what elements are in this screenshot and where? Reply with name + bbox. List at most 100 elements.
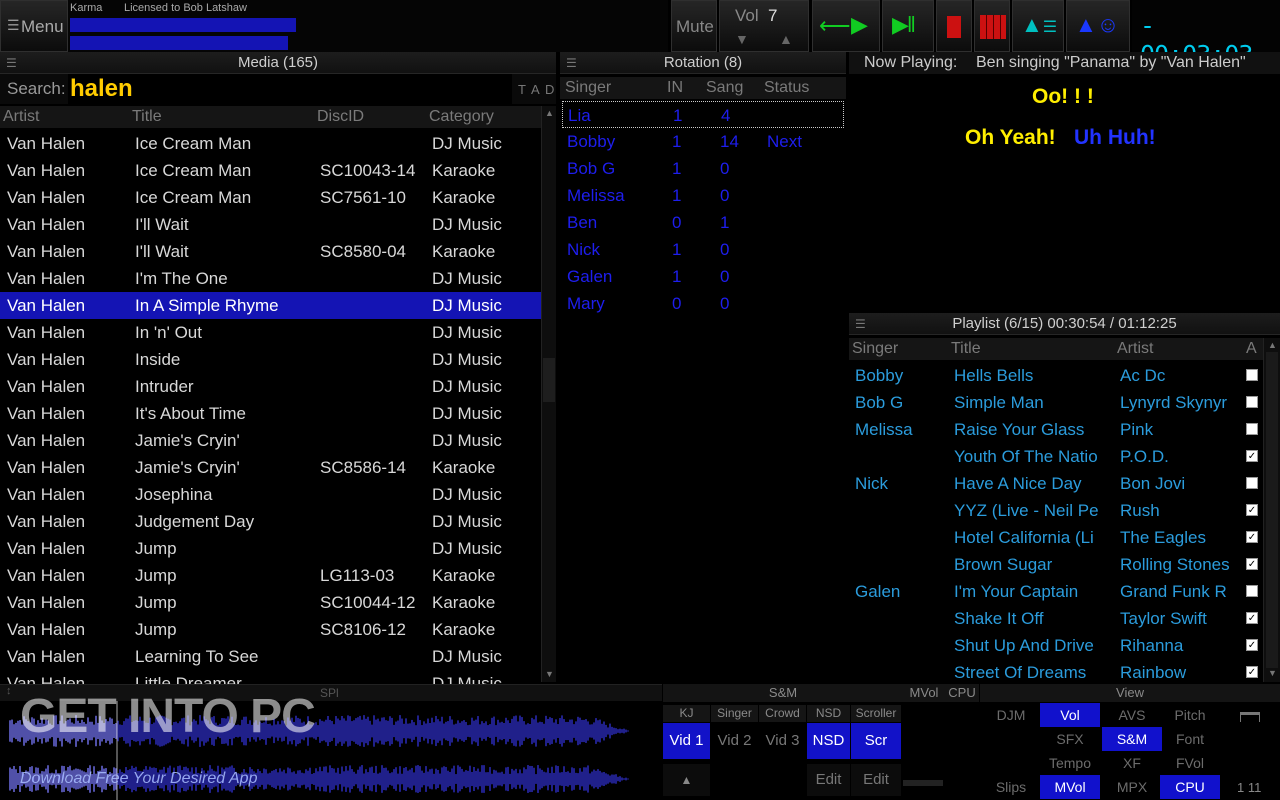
cpu-tab[interactable]: CPU [945, 684, 979, 702]
scroller-button[interactable]: Scr [851, 723, 901, 759]
autoplay-checkbox[interactable]: ✓ [1246, 450, 1258, 462]
autoplay-checkbox[interactable] [1246, 423, 1258, 435]
view-toggle-tempo[interactable]: Tempo [1040, 751, 1100, 775]
playlist-row[interactable]: Street Of Dreams Rainbow ✓ [849, 659, 1263, 686]
media-row[interactable]: Van Halen Jump LG113-03 Karaoke [0, 562, 541, 589]
view-toggle-sfx[interactable]: SFX [1040, 727, 1100, 751]
playlist-row[interactable]: Brown Sugar Rolling Stones ✓ [849, 551, 1263, 578]
vid2-button[interactable]: Vid 2 [711, 723, 758, 759]
volume-control[interactable]: Vol 7 ▼ ▲ [719, 0, 809, 52]
scroll-down-icon[interactable]: ▼ [545, 669, 554, 679]
playlist-row[interactable]: Melissa Raise Your Glass Pink [849, 416, 1263, 443]
media-row[interactable]: Van Halen Ice Cream Man SC7561-10 Karaoke [0, 184, 541, 211]
stop-button[interactable] [936, 0, 972, 52]
view-toggle-djm[interactable]: DJM [990, 703, 1032, 727]
view-toggle-mpx[interactable]: MPX [1102, 775, 1162, 799]
rotation-row[interactable]: Galen 1 0 [562, 263, 844, 290]
rotation-panel-header[interactable]: ☰ Rotation (8) [560, 52, 846, 74]
playlist-row[interactable]: Galen I'm Your Captain Grand Funk R [849, 578, 1263, 605]
col-auto[interactable]: A [1246, 338, 1257, 360]
autoplay-checkbox[interactable] [1246, 477, 1258, 489]
media-row[interactable]: Van Halen Learning To See DJ Music [0, 643, 541, 670]
search-input[interactable]: halen [68, 74, 512, 104]
media-row[interactable]: Van Halen Inside DJ Music [0, 346, 541, 373]
media-row[interactable]: Van Halen Jump DJ Music [0, 535, 541, 562]
menu-button[interactable]: ☰ Menu [0, 0, 68, 52]
media-row[interactable]: Van Halen In 'n' Out DJ Music [0, 319, 541, 346]
col-status[interactable]: Status [764, 77, 809, 99]
rotation-row[interactable]: Bob G 1 0 [562, 155, 844, 182]
scroll-down-icon[interactable]: ▼ [1268, 668, 1277, 678]
media-row[interactable]: Van Halen It's About Time DJ Music [0, 400, 541, 427]
playlist-row[interactable]: Bob G Simple Man Lynyrd Skynyr [849, 389, 1263, 416]
scroll-up-icon[interactable]: ▲ [1268, 340, 1277, 350]
singer-button[interactable]: ▲☺ [1066, 0, 1130, 52]
filter-artist[interactable]: A [531, 82, 540, 97]
rotation-row[interactable]: Melissa 1 0 [562, 182, 844, 209]
playlist-row[interactable]: Youth Of The Natio P.O.D. ✓ [849, 443, 1263, 470]
filter-title[interactable]: T [518, 82, 526, 97]
rotation-row[interactable]: Ben 0 1 [562, 209, 844, 236]
mvol-tab[interactable]: MVol [903, 684, 945, 702]
autoplay-checkbox[interactable]: ✓ [1246, 666, 1258, 678]
view-toggle-vol[interactable]: Vol [1040, 703, 1100, 727]
playlist-row[interactable]: Nick Have A Nice Day Bon Jovi [849, 470, 1263, 497]
col-singer[interactable]: Singer [565, 77, 611, 99]
media-row[interactable]: Van Halen Josephina DJ Music [0, 481, 541, 508]
playlist-row[interactable]: Shake It Off Taylor Swift ✓ [849, 605, 1263, 632]
media-row[interactable]: Van Halen I'll Wait DJ Music [0, 211, 541, 238]
prev-next-button[interactable]: ⟵ ▶ [812, 0, 880, 52]
hamburger-icon[interactable]: ☰ [566, 52, 577, 74]
autoplay-checkbox[interactable]: ✓ [1246, 639, 1258, 651]
vid3-button[interactable]: Vid 3 [759, 723, 806, 759]
col-in[interactable]: IN [667, 77, 683, 99]
view-toggle-slips[interactable]: Slips [990, 775, 1032, 799]
queue-button[interactable]: ▲☰ [1012, 0, 1064, 52]
playlist-row[interactable]: Shut Up And Drive Rihanna ✓ [849, 632, 1263, 659]
autoplay-checkbox[interactable]: ✓ [1246, 531, 1258, 543]
scroll-thumb[interactable] [543, 358, 555, 402]
col-discid[interactable]: DiscID [317, 106, 364, 128]
rotation-row[interactable]: Mary 0 0 [562, 290, 844, 317]
nsd-button[interactable]: NSD [807, 723, 850, 759]
autoplay-checkbox[interactable] [1246, 585, 1258, 597]
window-restore-icon[interactable] [1240, 712, 1260, 722]
media-row[interactable]: Van Halen Jamie's Cryin' DJ Music [0, 427, 541, 454]
view-toggle-fvol[interactable]: FVol [1160, 751, 1220, 775]
rotation-row[interactable]: Bobby 1 14 Next [562, 128, 844, 155]
playlist-scrollbar[interactable]: ▲ ▼ [1263, 338, 1280, 682]
media-panel-header[interactable]: ☰ Media (165) [0, 52, 556, 74]
view-toggle-font[interactable]: Font [1160, 727, 1220, 751]
media-row[interactable]: Van Halen Jump SC8106-12 Karaoke [0, 616, 541, 643]
media-scrollbar[interactable]: ▲ ▼ [541, 106, 556, 682]
hamburger-icon[interactable]: ☰ [855, 313, 866, 335]
scroll-up-icon[interactable]: ▲ [545, 108, 554, 118]
media-row[interactable]: Van Halen Ice Cream Man DJ Music [0, 130, 541, 157]
media-row[interactable]: Van Halen Judgement Day DJ Music [0, 508, 541, 535]
playlist-row[interactable]: YYZ (Live - Neil Pe Rush ✓ [849, 497, 1263, 524]
vol-up-icon[interactable]: ▲ [779, 31, 793, 47]
playlist-row[interactable]: Hotel California (Li The Eagles ✓ [849, 524, 1263, 551]
media-row[interactable]: Van Halen Intruder DJ Music [0, 373, 541, 400]
col-singer[interactable]: Singer [852, 338, 898, 360]
view-toggle-cpu[interactable]: CPU [1160, 775, 1220, 799]
rotation-row[interactable]: Lia 1 4 [562, 101, 844, 128]
filter-disc[interactable]: D [545, 82, 554, 97]
media-row[interactable]: Van Halen I'm The One DJ Music [0, 265, 541, 292]
col-title[interactable]: Title [951, 338, 981, 360]
autoplay-checkbox[interactable] [1246, 369, 1258, 381]
scroller-edit-button[interactable]: Edit [851, 764, 901, 796]
autoplay-checkbox[interactable]: ✓ [1246, 558, 1258, 570]
nsd-edit-button[interactable]: Edit [807, 764, 850, 796]
hamburger-icon[interactable]: ☰ [6, 52, 17, 74]
rotation-row[interactable]: Nick 1 0 [562, 236, 844, 263]
playlist-row[interactable]: Bobby Hells Bells Ac Dc [849, 362, 1263, 389]
vid1-button[interactable]: Vid 1 [663, 723, 710, 759]
waveform-panel[interactable]: ↕ SPl GET INTO PC Download Free Your Des… [0, 684, 662, 800]
col-artist[interactable]: Artist [1117, 338, 1153, 360]
playlist-panel-header[interactable]: ☰ Playlist (6/15) 00:30:54 / 01:12:25 [849, 313, 1280, 335]
col-sang[interactable]: Sang [706, 77, 743, 99]
media-row[interactable]: Van Halen In A Simple Rhyme DJ Music [0, 292, 541, 319]
vol-down-icon[interactable]: ▼ [735, 31, 749, 47]
mute-button[interactable]: Mute [671, 0, 717, 52]
